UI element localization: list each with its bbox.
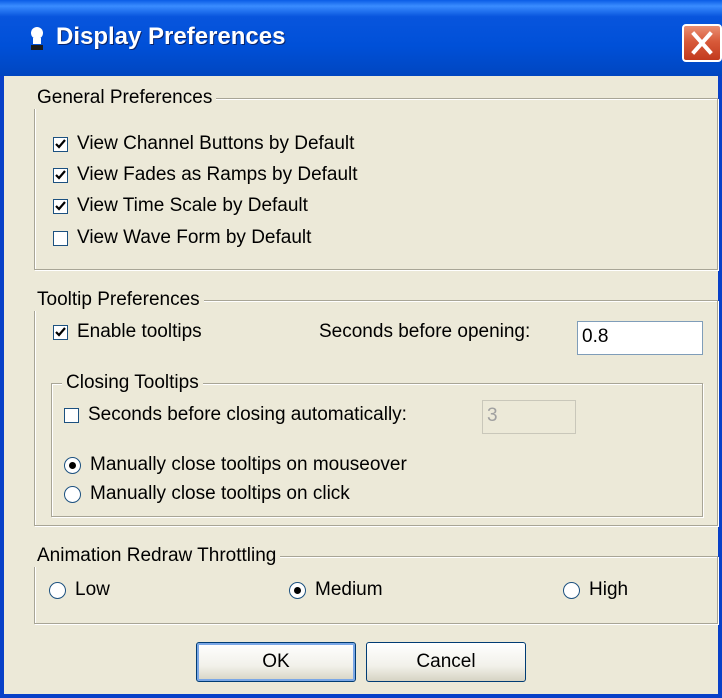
checkbox-box[interactable] [64,407,79,423]
radio-dot-icon [294,586,301,594]
view-wave-form-label: View Wave Form by Default [77,227,312,248]
radio-button[interactable] [64,456,81,474]
app-icon [31,27,43,50]
closing-tooltips-group: Closing Tooltips Seconds before closing … [51,372,703,517]
radio-throttle-medium-label: Medium [315,579,383,600]
view-fades-as-ramps-label: View Fades as Ramps by Default [77,164,358,185]
window-title: Display Preferences [56,23,286,50]
radio-throttle-low[interactable]: Low [49,579,110,601]
title-bar[interactable]: Display Preferences [0,0,722,76]
radio-close-on-click-label: Manually close tooltips on click [90,483,350,504]
check-icon [55,138,66,149]
general-preferences-group: General Preferences View Channel Buttons… [33,87,718,270]
view-time-scale-label: View Time Scale by Default [77,195,308,216]
check-icon [55,169,66,180]
ok-button[interactable]: OK [196,642,356,682]
radio-button[interactable] [49,581,66,599]
auto-close-label: Seconds before closing automatically: [88,404,407,425]
checkbox-box[interactable] [53,230,68,246]
enable-tooltips-checkbox[interactable]: Enable tooltips [53,321,202,343]
radio-throttle-low-label: Low [75,579,110,600]
checkbox-box[interactable] [53,324,68,340]
view-wave-form-checkbox[interactable]: View Wave Form by Default [53,227,311,249]
view-time-scale-checkbox[interactable]: View Time Scale by Default [53,195,308,217]
radio-throttle-high[interactable]: High [563,579,628,601]
radio-throttle-high-label: High [589,579,629,600]
radio-button[interactable] [563,581,580,599]
radio-button[interactable] [289,581,306,599]
radio-close-on-mouseover[interactable]: Manually close tooltips on mouseover [64,454,407,476]
checkbox-box[interactable] [53,136,68,152]
radio-dot-icon [69,461,76,469]
check-icon [55,200,66,211]
radio-button[interactable] [64,485,81,503]
close-button[interactable] [682,24,722,62]
animation-throttling-group: Animation Redraw Throttling Low Medium H… [33,545,718,624]
checkbox-box[interactable] [53,167,68,183]
animation-throttling-legend: Animation Redraw Throttling [33,545,281,567]
seconds-before-opening-label: Seconds before opening: [319,321,531,342]
view-channel-buttons-label: View Channel Buttons by Default [77,133,355,154]
close-icon [691,31,713,55]
tooltip-preferences-group: Tooltip Preferences Enable tooltips Seco… [33,289,718,526]
view-fades-as-ramps-checkbox[interactable]: View Fades as Ramps by Default [53,164,358,186]
checkbox-box[interactable] [53,198,68,214]
check-icon [55,326,66,337]
auto-close-checkbox[interactable]: Seconds before closing automatically: [64,404,407,426]
auto-close-seconds-input[interactable]: 3 [482,400,576,434]
closing-tooltips-legend: Closing Tooltips [62,372,203,394]
enable-tooltips-label: Enable tooltips [77,321,202,342]
radio-close-on-click[interactable]: Manually close tooltips on click [64,483,350,505]
general-preferences-legend: General Preferences [33,87,217,109]
seconds-before-opening-input[interactable]: 0.8 [577,321,703,355]
radio-throttle-medium[interactable]: Medium [289,579,383,601]
tooltip-preferences-legend: Tooltip Preferences [33,289,204,311]
cancel-button[interactable]: Cancel [366,642,526,682]
view-channel-buttons-checkbox[interactable]: View Channel Buttons by Default [53,133,354,155]
radio-close-on-mouseover-label: Manually close tooltips on mouseover [90,454,407,475]
